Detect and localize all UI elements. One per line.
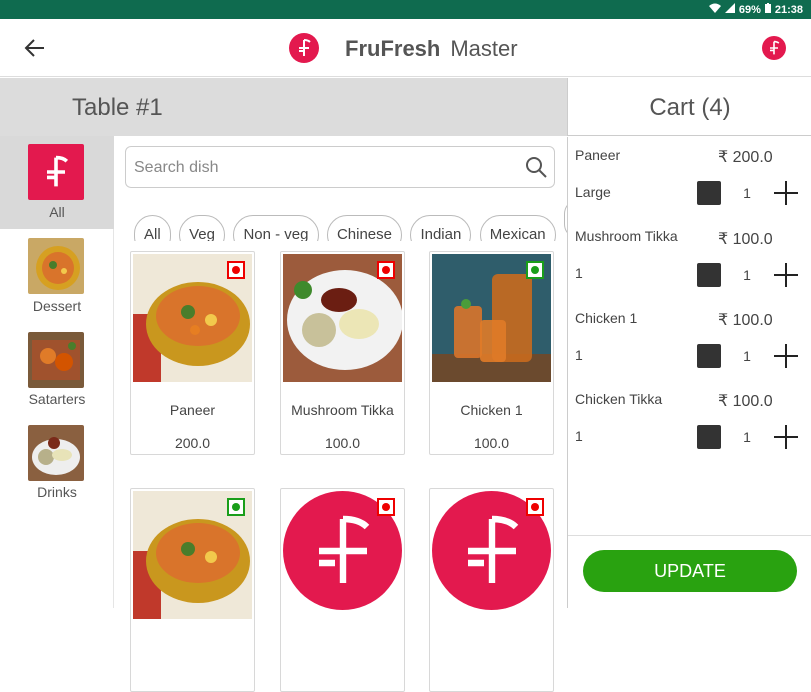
app-bar: FruFresh Master [0,19,811,77]
status-bar: 69% 21:38 [0,0,811,19]
dish-price: 100.0 [473,435,510,451]
filter-chip-non-veg[interactable]: Non - veg [233,215,319,241]
search-box [125,146,555,188]
non-veg-badge-icon [227,261,245,279]
battery-level: 69% [738,3,761,16]
table-title: Table #1 [72,94,163,121]
search-icon[interactable] [524,155,548,179]
veg-badge-icon [227,498,245,516]
cart-item-variant: 1 [575,428,583,444]
dish-price: 200.0 [174,435,211,451]
decrease-quantity-button[interactable] [697,425,721,449]
category-all[interactable]: All [0,136,114,229]
filter-chip-all[interactable]: All [134,215,171,241]
drinks-image [28,425,84,481]
cart-item-name: Paneer [575,147,621,163]
update-button[interactable]: UPDATE [583,550,797,592]
frufresh-logo-icon [28,144,84,200]
non-veg-badge-icon [377,261,395,279]
cart-item-name: Chicken Tikka [575,391,663,407]
filter-chip-indian[interactable]: Indian [410,215,472,241]
cart-item-quantity: 1 [743,429,751,445]
category-sidebar: All Dessert Satarters Drinks [0,136,114,608]
cart-item-variant: 1 [575,347,583,363]
dish-card[interactable]: Mushroom Tikka 100.0 [280,251,405,455]
cart-item-quantity: 1 [743,267,751,283]
plus-icon[interactable] [773,424,799,450]
signal-icon [724,3,735,16]
cart-item-quantity: 1 [743,348,751,364]
app-title-brand: FruFresh [345,36,441,61]
decrease-quantity-button[interactable] [697,263,721,287]
category-label: Satarters [28,391,86,407]
category-label: All [49,204,65,220]
filter-chips: All Veg Non - veg Chinese Indian Mexican [134,199,567,241]
cart-item-price: ₹ 100.0 [718,312,773,329]
table-header: Table #1 [0,78,567,136]
plus-icon[interactable] [773,343,799,369]
battery-icon [764,3,771,16]
category-satarters[interactable]: Satarters [0,322,114,415]
non-veg-badge-icon [526,498,544,516]
filter-chip-chinese[interactable]: Chinese [326,215,402,241]
dish-card[interactable]: Paneer 200.0 [130,251,255,455]
category-label: Drinks [37,484,77,500]
dish-card[interactable] [280,488,405,692]
dessert-image [28,238,84,294]
category-label: Dessert [32,298,82,314]
filter-chip-mexican[interactable]: Mexican [479,215,556,241]
cart-item-quantity: 1 [743,185,751,201]
starters-image [28,332,84,388]
app-title-suffix: Master [450,36,518,61]
dish-card[interactable] [130,488,255,692]
cart-item-name: Chicken 1 [575,310,638,326]
dish-name: Paneer [169,402,216,418]
cart-item-price: ₹ 100.0 [718,393,773,410]
dish-name: Chicken 1 [460,402,523,418]
veg-badge-icon [526,261,544,279]
frufresh-logo-icon [289,33,319,63]
cart-item-price: ₹ 100.0 [718,231,773,248]
category-dessert[interactable]: Dessert [0,229,114,322]
clock: 21:38 [774,3,803,16]
dish-card[interactable]: Chicken 1 100.0 [429,251,554,455]
dish-name: Mushroom Tikka [291,402,394,418]
dish-card[interactable] [429,488,554,692]
decrease-quantity-button[interactable] [697,181,721,205]
dish-panel: All Veg Non - veg Chinese Indian Mexican… [114,136,567,692]
non-veg-badge-icon [377,498,395,516]
decrease-quantity-button[interactable] [697,344,721,368]
app-title: FruFresh Master [345,36,518,62]
cart-item-name: Mushroom Tikka [575,228,678,244]
plus-icon[interactable] [773,180,799,206]
cart-item-variant: Large [575,184,611,200]
wifi-icon [708,3,721,16]
back-arrow-icon[interactable] [22,35,48,61]
profile-logo-icon[interactable] [762,36,786,60]
cart-item-variant: 1 [575,265,583,281]
cart-title: Cart (4) [649,94,731,121]
category-drinks[interactable]: Drinks [0,415,114,508]
cart-panel: Paneer ₹ 200.0 Large 1 Mushroom Tikka ₹ … [567,137,811,608]
search-input[interactable] [134,157,514,179]
filter-chip-veg[interactable]: Veg [179,215,225,241]
cart-item-price: ₹ 200.0 [718,149,773,166]
cart-header: Cart (4) [567,78,811,136]
dish-price: 100.0 [324,435,361,451]
cart-divider [568,535,811,536]
plus-icon[interactable] [773,262,799,288]
